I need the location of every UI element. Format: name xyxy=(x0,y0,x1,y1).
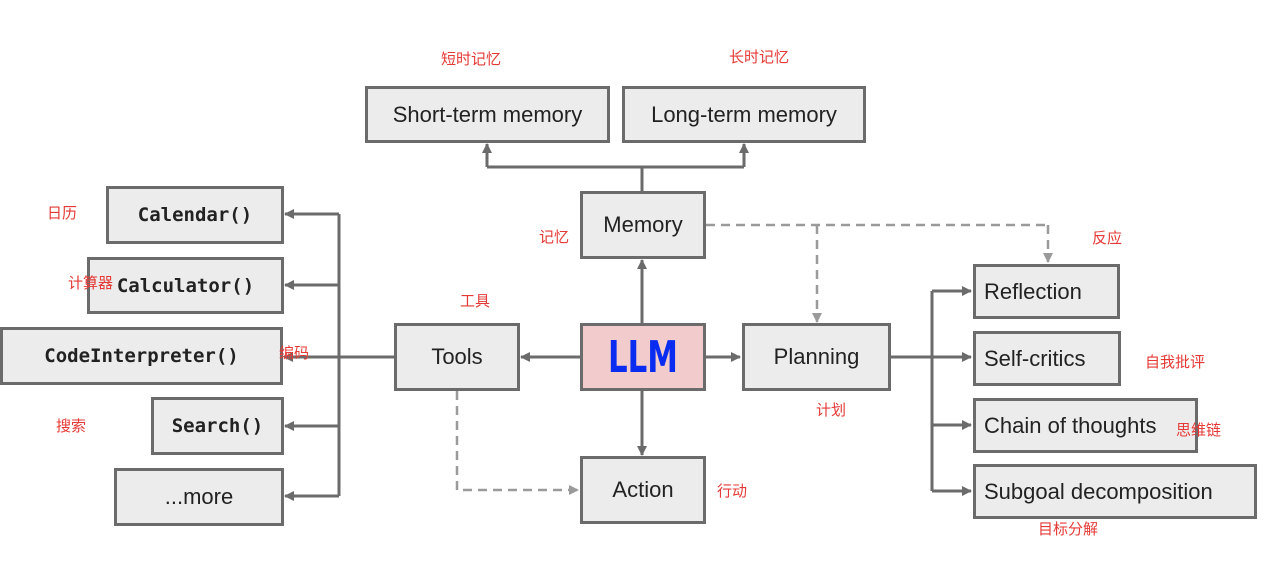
calculator-box: Calculator() xyxy=(87,257,284,314)
chain-of-thoughts-box: Chain of thoughts xyxy=(973,398,1198,453)
annotation-long-term-memory: 长时记忆 xyxy=(729,48,790,66)
short-term-memory-box: Short-term memory xyxy=(365,86,610,143)
planning-box: Planning xyxy=(742,323,891,391)
annotation-action: 行动 xyxy=(717,482,748,500)
annotation-subgoal-decomposition: 目标分解 xyxy=(1038,520,1099,538)
llm-box: LLM xyxy=(580,323,706,391)
annotation-tools: 工具 xyxy=(460,292,491,310)
search-box: Search() xyxy=(151,397,284,455)
tools-box: Tools xyxy=(394,323,520,391)
annotation-short-term-memory: 短时记忆 xyxy=(441,50,502,68)
annotation-search: 搜索 xyxy=(56,417,87,435)
self-critics-box: Self-critics xyxy=(973,331,1121,386)
planning-trunk xyxy=(890,291,934,491)
tools-trunk xyxy=(337,214,394,496)
annotation-self-critics: 自我批评 xyxy=(1145,353,1206,371)
llm-label: LLM xyxy=(608,331,678,383)
action-box: Action xyxy=(580,456,706,524)
calendar-box: Calendar() xyxy=(106,186,284,244)
annotation-memory: 记忆 xyxy=(539,228,570,246)
reflection-box: Reflection xyxy=(973,264,1120,319)
long-term-memory-box: Long-term memory xyxy=(622,86,866,143)
annotation-calendar: 日历 xyxy=(47,204,78,222)
annotation-planning: 计划 xyxy=(816,401,847,419)
agent-diagram: Short-term memory Long-term memory Memor… xyxy=(0,0,1268,581)
subgoal-decomposition-box: Subgoal decomposition xyxy=(973,464,1257,519)
annotation-calculator: 计算器 xyxy=(68,274,114,292)
more-box: ...more xyxy=(114,468,284,526)
annotation-code-interpreter: 编码 xyxy=(279,344,310,362)
memory-box: Memory xyxy=(580,191,706,259)
codeinterpreter-box: CodeInterpreter() xyxy=(0,327,283,385)
dashed-arrow-tools-action xyxy=(455,391,579,495)
memory-trunk xyxy=(487,165,744,191)
annotation-reflection: 反应 xyxy=(1092,229,1123,247)
annotation-chain-of-thoughts: 思维链 xyxy=(1176,421,1222,439)
